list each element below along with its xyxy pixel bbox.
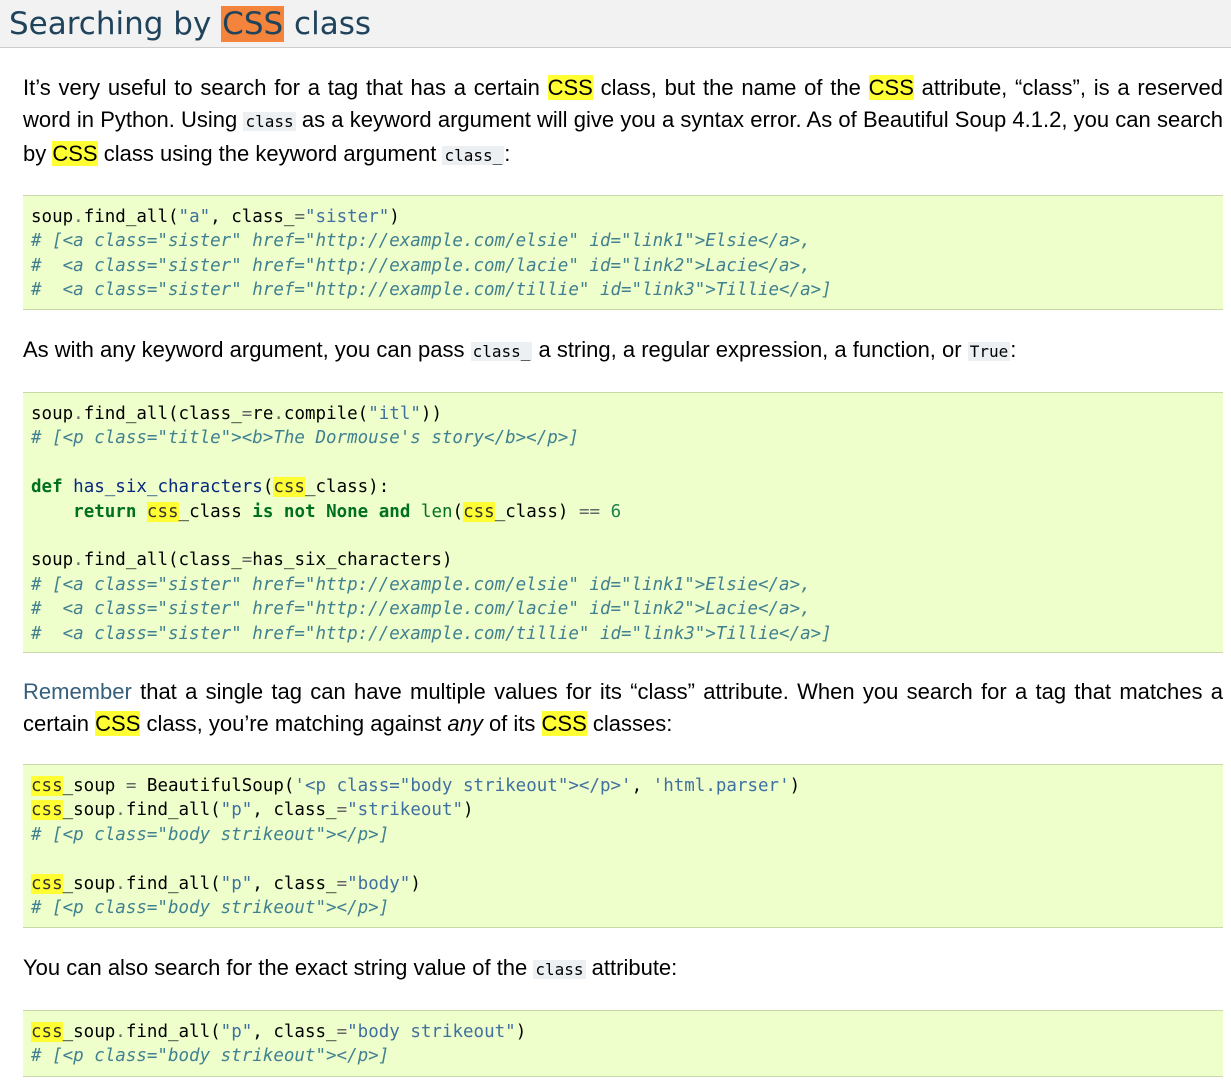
text: You can also search for the exact string… (23, 955, 534, 980)
code-comment: # <a class="sister" href="http://example… (31, 623, 832, 644)
section-heading: Searching by CSS class (9, 4, 371, 44)
code-line: soup.find_all(class_=has_six_characters) (31, 550, 453, 571)
remember-link[interactable]: Remember (23, 679, 132, 704)
inline-code: class (533, 960, 586, 979)
heading-suffix: class (284, 6, 371, 42)
code-line: css_soup = BeautifulSoup('<p class="body… (31, 776, 801, 796)
code-comment: # [<p class="title"><b>The Dormouse's st… (31, 428, 579, 449)
paragraph-exact-string: You can also search for the exact string… (23, 952, 1223, 986)
emphasis: any (447, 711, 483, 736)
code-comment: # [<p class="body strikeout"></p>] (31, 1046, 390, 1067)
code-line: return css_class is not None and len(css… (73, 501, 622, 522)
text: It’s very useful to search for a tag tha… (23, 75, 548, 100)
text: classes: (586, 711, 673, 736)
search-highlight: CSS (541, 711, 587, 736)
text: class using the keyword argument (97, 141, 443, 166)
text: : (1010, 337, 1017, 362)
code-comment: # <a class="sister" href="http://example… (31, 255, 811, 276)
inline-code: class_ (470, 342, 533, 361)
code-line: def has_six_characters(css_class): (31, 477, 390, 498)
code-comment: # [<p class="body strikeout"></p>] (31, 824, 390, 845)
text: class, but the name of the (592, 75, 869, 100)
code-block-1: soup.find_all("a", class_="sister") # [<a… (23, 195, 1223, 310)
section-heading-bar: Searching by CSS class (0, 0, 1231, 48)
search-highlight: CSS (95, 711, 141, 736)
heading-highlight: CSS (221, 6, 285, 42)
text: a string, a regular expression, a functi… (532, 337, 968, 362)
code-block-2: soup.find_all(class_=re.compile("itl")) #… (23, 392, 1223, 653)
text: class, you’re matching against (140, 711, 448, 736)
heading-prefix: Searching by (9, 6, 222, 42)
paragraph-intro: It’s very useful to search for a tag tha… (23, 72, 1223, 172)
text: of its (482, 711, 542, 736)
search-highlight: CSS (868, 75, 914, 100)
code-comment: # [<a class="sister" href="http://exampl… (31, 574, 811, 595)
code-comment: # <a class="sister" href="http://example… (31, 280, 832, 301)
code-comment: # [<p class="body strikeout"></p>] (31, 898, 390, 919)
paragraph-multiple-values: Remember that a single tag can have mult… (23, 676, 1223, 740)
code-block-4: css_soup.find_all("p", class_="body stri… (23, 1010, 1223, 1077)
code-comment: # [<a class="sister" href="http://exampl… (31, 231, 811, 252)
text: attribute: (585, 955, 678, 980)
search-highlight: CSS (547, 75, 593, 100)
code-line: css_soup.find_all("p", class_="body stri… (31, 1022, 527, 1042)
code-line: soup.find_all(class_=re.compile("itl")) (31, 404, 442, 424)
inline-code: True (967, 342, 1011, 361)
paragraph-keyword-args: As with any keyword argument, you can pa… (23, 334, 1223, 368)
code-line: soup.find_all("a", class_="sister") (31, 207, 400, 227)
code-line: css_soup.find_all("p", class_="body") (31, 873, 421, 894)
text: : (504, 141, 511, 166)
code-comment: # <a class="sister" href="http://example… (31, 599, 811, 620)
code-line: css_soup.find_all("p", class_="strikeout… (31, 800, 474, 821)
search-highlight: CSS (52, 141, 98, 166)
inline-code: class (243, 112, 296, 131)
inline-code: class_ (442, 146, 505, 165)
text: As with any keyword argument, you can pa… (23, 337, 471, 362)
code-block-3: css_soup = BeautifulSoup('<p class="body… (23, 764, 1223, 928)
